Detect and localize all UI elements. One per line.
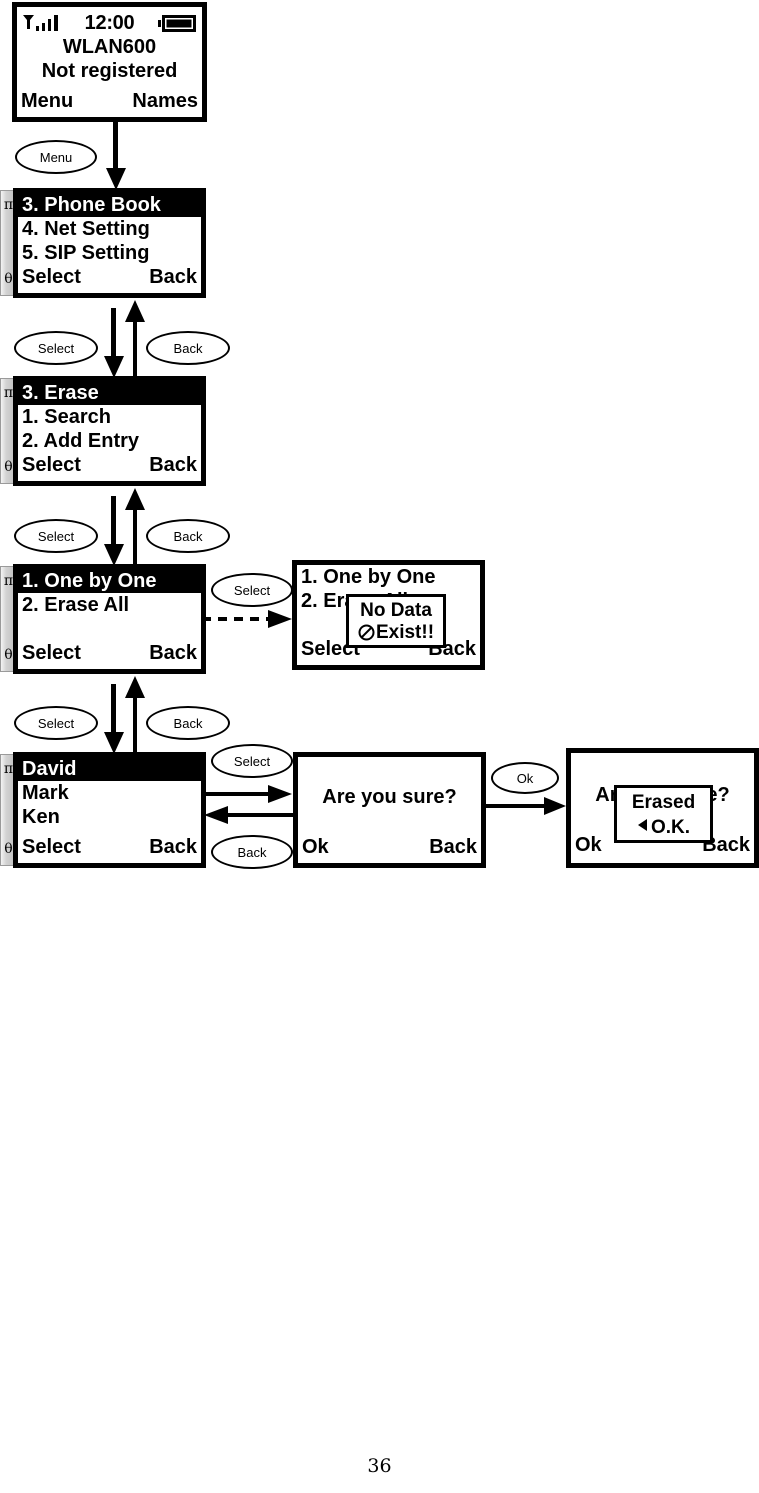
no-data-popup-line2-text: Exist!! <box>375 622 435 643</box>
menu-item-add-entry[interactable]: 2. Add Entry <box>18 429 201 453</box>
erased-ok-popup-line2-text: O.K. <box>650 817 691 838</box>
bubble-select-2[interactable]: Select <box>14 519 98 553</box>
bubble-back-2[interactable]: Back <box>146 519 230 553</box>
bubble-select-3[interactable]: Select <box>14 706 98 740</box>
status-bar: 12:00 <box>17 11 202 35</box>
menu-item-sip-setting[interactable]: 5. SIP Setting <box>18 241 201 265</box>
phone-book-menu-screen: 3. Erase 1. Search 2. Add Entry Select B… <box>13 376 206 486</box>
no-data-popup: No Data Exist!! <box>346 594 446 648</box>
softkey-select[interactable]: Select <box>22 453 81 477</box>
idle-registration-status: Not registered <box>41 60 178 82</box>
no-data-popup-line2: Exist!! <box>349 622 443 647</box>
bubble-select-1[interactable]: Select <box>14 331 98 365</box>
bubble-ok[interactable]: Ok <box>491 762 559 794</box>
arrow-namelist-confirm-bidirectional <box>202 782 294 828</box>
bubble-ok-label: Ok <box>516 770 534 786</box>
softkey-back[interactable]: Back <box>149 835 197 859</box>
page-number: 36 <box>367 1455 392 1477</box>
menu-item-erase-all[interactable]: 2. Erase All <box>18 593 201 617</box>
erased-ok-popup-line1: Erased <box>631 792 696 813</box>
no-data-popup-line1: No Data <box>360 600 432 621</box>
bubble-select-no-data-label: Select <box>233 582 271 598</box>
menu-item-one-by-one[interactable]: 1. One by One <box>18 569 201 593</box>
bubble-select-confirm[interactable]: Select <box>211 744 293 778</box>
menu-item-search[interactable]: 1. Search <box>18 405 201 429</box>
bubble-select-confirm-label: Select <box>233 753 271 769</box>
idle-softkey-bar: Menu Names <box>17 89 202 113</box>
bubble-back-2-label: Back <box>173 528 203 544</box>
no-entry-icon <box>358 624 375 647</box>
erase-menu-softkey-bar: Select Back <box>18 641 201 665</box>
battery-full-icon <box>158 15 196 32</box>
left-triangle-icon <box>637 816 648 838</box>
bubble-menu-label: Menu <box>39 149 73 165</box>
bubble-back-3-label: Back <box>173 715 203 731</box>
bubble-select-1-label: Select <box>37 340 75 356</box>
bubble-back-3[interactable]: Back <box>146 706 230 740</box>
name-list-item-mark[interactable]: Mark <box>18 781 201 805</box>
bubble-back-confirm[interactable]: Back <box>211 835 293 869</box>
softkey-menu[interactable]: Menu <box>21 89 73 113</box>
phone-book-softkey-bar: Select Back <box>18 453 201 477</box>
name-list-screen: David Mark Ken Select Back <box>13 752 206 868</box>
confirm-screen: Are you sure? Ok Back <box>293 752 486 868</box>
name-list-item-ken[interactable]: Ken <box>18 805 201 829</box>
softkey-names[interactable]: Names <box>132 89 198 113</box>
main-menu-screen: 3. Phone Book 4. Net Setting 5. SIP Sett… <box>13 188 206 298</box>
confirm-softkey-bar: Ok Back <box>298 835 481 859</box>
idle-screen: 12:00 WLAN600 Not registered Menu Names <box>12 2 207 122</box>
bubble-select-no-data[interactable]: Select <box>211 573 293 607</box>
menu-item-net-setting[interactable]: 4. Net Setting <box>18 217 201 241</box>
erased-ok-popup: Erased O.K. <box>614 785 713 843</box>
softkey-select[interactable]: Select <box>22 641 81 665</box>
erased-ok-popup-line2: O.K. <box>617 816 710 839</box>
bubble-back-1-label: Back <box>173 340 203 356</box>
softkey-ok[interactable]: Ok <box>302 835 329 859</box>
softkey-ok[interactable]: Ok <box>575 833 602 857</box>
bubble-menu[interactable]: Menu <box>15 140 97 174</box>
arrow-erase-to-name-list <box>103 676 148 754</box>
erased-ok-screen: Are you sure? Ok Back Erased O.K. <box>566 748 759 868</box>
menu-item-one-by-one[interactable]: 1. One by One <box>297 565 480 589</box>
arrow-main-to-phonebook <box>103 300 148 378</box>
name-list-softkey-bar: Select Back <box>18 835 201 859</box>
arrow-idle-to-main-menu <box>105 122 127 190</box>
arrow-dashed-to-no-data <box>202 608 294 630</box>
idle-device-name: WLAN600 <box>62 36 157 58</box>
bubble-back-confirm-label: Back <box>237 844 267 860</box>
main-menu-softkey-bar: Select Back <box>18 265 201 289</box>
arrow-phonebook-to-erase <box>103 488 148 566</box>
menu-item-phone-book[interactable]: 3. Phone Book <box>18 193 201 217</box>
softkey-back[interactable]: Back <box>149 641 197 665</box>
softkey-select[interactable]: Select <box>22 835 81 859</box>
bubble-back-1[interactable]: Back <box>146 331 230 365</box>
softkey-back[interactable]: Back <box>429 835 477 859</box>
erase-menu-screen: 1. One by One 2. Erase All Select Back <box>13 564 206 674</box>
softkey-back[interactable]: Back <box>149 265 197 289</box>
bubble-select-3-label: Select <box>37 715 75 731</box>
bubble-select-2-label: Select <box>37 528 75 544</box>
arrow-confirm-to-erased <box>486 795 568 817</box>
name-list-item-david[interactable]: David <box>18 757 201 781</box>
softkey-select[interactable]: Select <box>22 265 81 289</box>
softkey-back[interactable]: Back <box>149 453 197 477</box>
confirm-prompt: Are you sure? <box>322 786 457 808</box>
menu-item-erase[interactable]: 3. Erase <box>18 381 201 405</box>
no-data-screen: 1. One by One 2. Erase All Select Back N… <box>292 560 485 670</box>
